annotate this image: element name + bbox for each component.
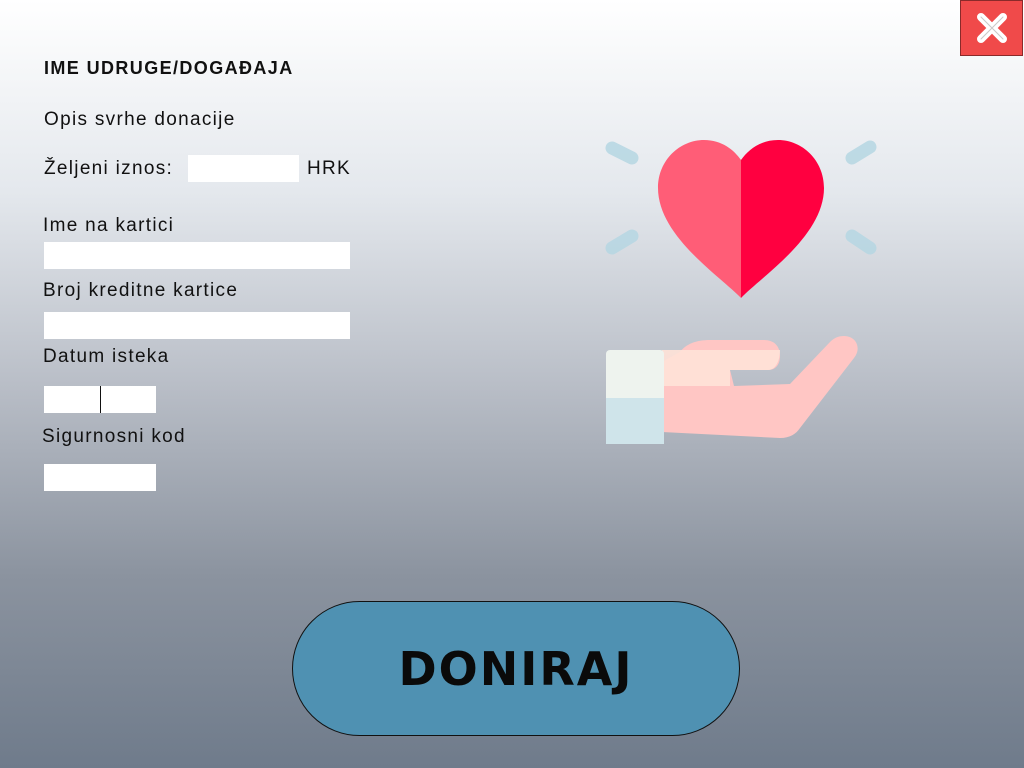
expiry-year-input[interactable] xyxy=(101,386,156,413)
card-name-input[interactable] xyxy=(44,242,350,269)
heart-in-hand-icon xyxy=(605,140,877,444)
card-number-input[interactable] xyxy=(44,312,350,339)
organization-title: IME UDRUGE/DOGAĐAJA xyxy=(44,58,294,78)
security-code-label: Sigurnosni kod xyxy=(42,426,186,447)
donation-description: Opis svrhe donacije xyxy=(44,109,236,130)
donate-button[interactable]: DONIRAJ xyxy=(292,601,740,736)
close-button[interactable] xyxy=(960,0,1023,56)
close-x-icon xyxy=(976,13,1007,43)
amount-input[interactable] xyxy=(188,155,299,182)
heart-icon xyxy=(658,140,824,298)
expiry-label: Datum isteka xyxy=(43,346,170,367)
card-name-label: Ime na kartici xyxy=(43,215,175,236)
currency-label: HRK xyxy=(307,158,352,179)
expiry-month-input[interactable] xyxy=(44,386,100,413)
amount-label: Željeni iznos: xyxy=(44,158,174,179)
card-number-label: Broj kreditne kartice xyxy=(43,280,239,301)
hand-icon xyxy=(606,336,858,444)
security-code-input[interactable] xyxy=(44,464,156,491)
